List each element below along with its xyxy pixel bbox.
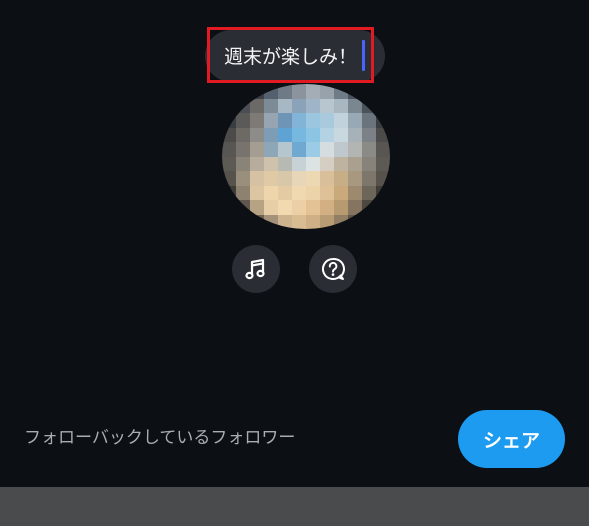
music-button[interactable]	[232, 245, 280, 293]
question-bubble-icon	[322, 257, 345, 280]
share-button[interactable]: シェア	[458, 410, 565, 468]
bottom-bar	[0, 487, 589, 526]
note-compose-screen: 週末が楽しみ！ フォローバックしているフォロワー シェア	[0, 0, 589, 487]
highlight-annotation	[207, 27, 374, 83]
music-note-icon	[245, 258, 265, 280]
avatar	[222, 84, 390, 229]
audience-label[interactable]: フォローバックしているフォロワー	[24, 425, 295, 451]
question-button[interactable]	[309, 245, 357, 293]
